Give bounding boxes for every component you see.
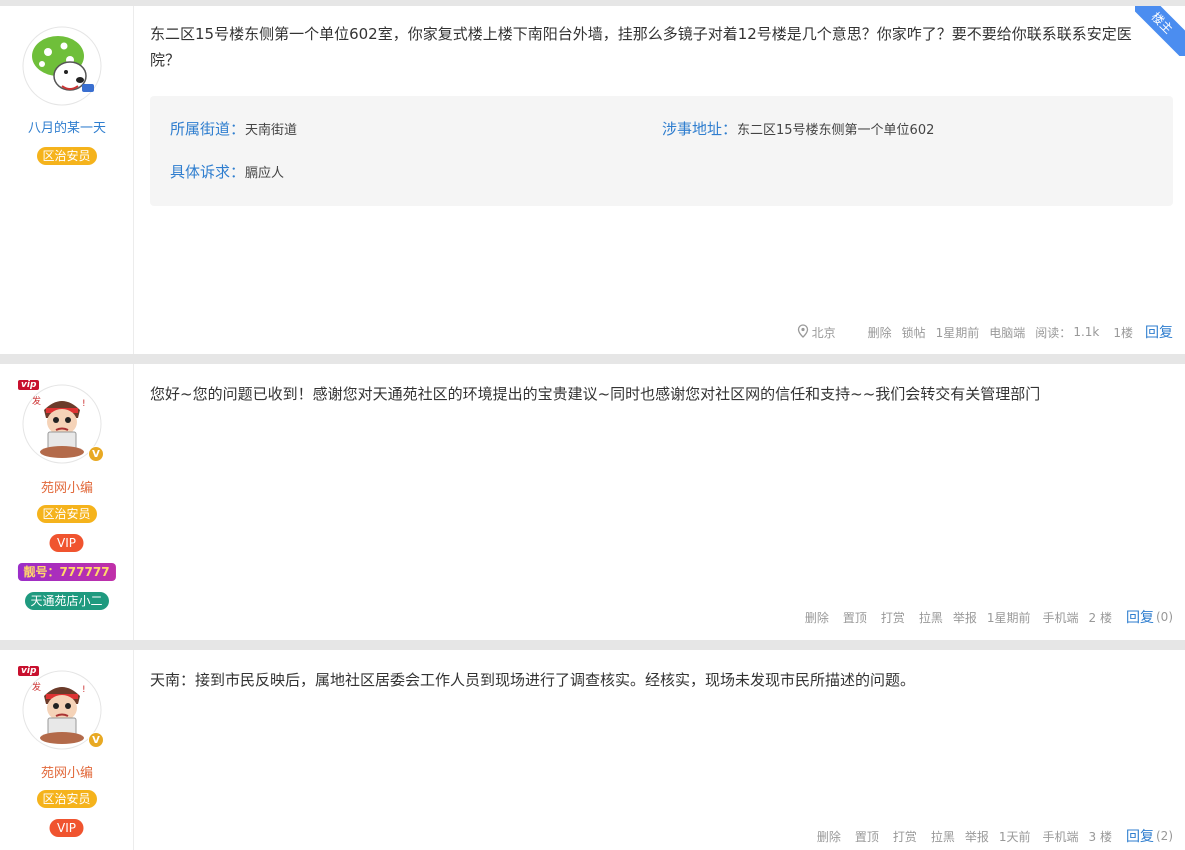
device-text: 手机端: [1042, 829, 1079, 844]
floor-number: 1楼: [1113, 325, 1133, 340]
post-time: 1星期前: [986, 610, 1031, 625]
separator: [0, 354, 1185, 364]
report-button[interactable]: 举报: [965, 828, 989, 845]
verified-icon: V: [88, 732, 104, 748]
post-text: 您好~您的问题已收到！感谢您对天通苑社区的环境提出的宝贵建议~同时也感谢您对社区…: [150, 385, 1041, 403]
floor-number: 3 楼: [1088, 829, 1112, 844]
vip-tag: vip: [18, 380, 40, 390]
verified-icon: V: [88, 446, 104, 462]
vip-tag: vip: [18, 666, 40, 676]
read-count: 1.1k: [1073, 325, 1100, 339]
block-button[interactable]: 拉黑: [919, 609, 943, 626]
post-3: 发 ! vip V 苑网小编 区治安员 VIP 天南：接到市民反映后，属地社区居…: [0, 650, 1185, 850]
owner-label: 楼主: [1135, 6, 1185, 56]
report-button[interactable]: 举报: [953, 609, 977, 626]
demand-value: 膈应人: [245, 166, 285, 181]
delete-button[interactable]: 删除: [805, 609, 829, 626]
vip-badge: VIP: [49, 534, 84, 552]
read-label: 阅读：: [1035, 325, 1072, 340]
pin-button[interactable]: 置顶: [855, 828, 879, 845]
post-text: 东二区15号楼东侧第一个单位602室，你家复式楼上楼下南阳台外墙，挂那么多镜子对…: [150, 25, 1132, 69]
post-footer: 删除 置顶 打赏 拉黑 举报 1星期前 手机端 2 楼 回复 (0): [795, 607, 1173, 627]
avatar[interactable]: 发 ! vip V: [18, 380, 104, 464]
street-label: 所属街道：: [170, 120, 246, 138]
post-time: 1星期前: [935, 325, 980, 340]
reply-count: (0): [1156, 610, 1173, 624]
reply-count: (2): [1156, 829, 1173, 843]
address-label: 涉事地址：: [662, 120, 738, 138]
reward-button[interactable]: 打赏: [893, 828, 917, 845]
avatar-image: [22, 26, 102, 106]
avatar[interactable]: [22, 26, 102, 106]
svg-text:!: !: [82, 685, 86, 695]
username[interactable]: 苑网小编: [0, 477, 134, 496]
post-footer: 删除 置顶 打赏 拉黑 举报 1天前 手机端 3 楼 回复 (2): [807, 826, 1173, 846]
block-button[interactable]: 拉黑: [931, 828, 955, 845]
address-field: 涉事地址：东二区15号楼东侧第一个单位602: [662, 118, 934, 139]
username[interactable]: 苑网小编: [0, 762, 134, 781]
info-box: 所属街道：天南街道 涉事地址：东二区15号楼东侧第一个单位602 具体诉求：膈应…: [150, 96, 1173, 206]
username[interactable]: 八月的某一天: [0, 117, 134, 136]
svg-text:!: !: [82, 399, 86, 409]
street-field: 所属街道：天南街道: [170, 118, 297, 139]
user-sidebar: 发 ! vip V 苑网小编 区治安员 VIP: [0, 650, 134, 850]
post-footer: 北京 删除 锁帖 1星期前 电脑端 阅读： 1.1k 1楼 回复: [797, 322, 1173, 342]
post-content: 东二区15号楼东侧第一个单位602室，你家复式楼上楼下南阳台外墙，挂那么多镜子对…: [150, 6, 1173, 354]
reply-button[interactable]: 回复: [1126, 607, 1154, 627]
vip-badge: VIP: [49, 819, 84, 837]
role-badge: 区治安员: [36, 790, 97, 808]
post-content: 天南：接到市民反映后，属地社区居委会工作人员到现场进行了调查核实。经核实，现场未…: [150, 650, 1173, 850]
reward-button[interactable]: 打赏: [881, 609, 905, 626]
avatar[interactable]: 发 ! vip V: [18, 666, 104, 750]
role-badge: 区治安员: [36, 505, 97, 523]
owner-corner: 楼主: [1135, 6, 1185, 56]
user-sidebar: 八月的某一天 区治安员: [0, 6, 134, 354]
device-text: 手机端: [1042, 610, 1079, 625]
location-text: 北京: [811, 325, 836, 340]
user-sidebar: 发 ! vip V 苑网小编 区治安员 VIP 靓号：777777 天通苑店小二: [0, 364, 134, 640]
demand-label: 具体诉求：: [170, 163, 246, 181]
reply-button[interactable]: 回复: [1145, 322, 1173, 342]
svg-text:发: 发: [32, 395, 41, 407]
number-badge: 靓号：777777: [17, 563, 116, 581]
post-2: 发 ! vip V 苑网小编 区治安员 VIP 靓号：777777 天通苑店小二…: [0, 364, 1185, 640]
post-text: 天南：接到市民反映后，属地社区居委会工作人员到现场进行了调查核实。经核实，现场未…: [150, 671, 916, 689]
delete-button[interactable]: 删除: [817, 828, 841, 845]
shop-badge: 天通苑店小二: [24, 592, 109, 610]
street-value: 天南街道: [245, 123, 298, 138]
svg-text:发: 发: [32, 681, 41, 693]
post-1: 八月的某一天 区治安员 东二区15号楼东侧第一个单位602室，你家复式楼上楼下南…: [0, 6, 1185, 354]
location-icon: [797, 323, 809, 341]
device-text: 电脑端: [989, 325, 1026, 340]
separator: [0, 640, 1185, 650]
post-content: 您好~您的问题已收到！感谢您对天通苑社区的环境提出的宝贵建议~同时也感谢您对社区…: [150, 364, 1173, 640]
role-badge: 区治安员: [36, 147, 97, 165]
floor-number: 2 楼: [1088, 610, 1112, 625]
pin-button[interactable]: 置顶: [843, 609, 867, 626]
demand-field: 具体诉求：膈应人: [170, 161, 284, 182]
lock-button[interactable]: 锁帖: [902, 324, 926, 341]
reply-button[interactable]: 回复: [1126, 826, 1154, 846]
post-time: 1天前: [998, 829, 1031, 844]
address-value: 东二区15号楼东侧第一个单位602: [737, 123, 935, 138]
delete-button[interactable]: 删除: [868, 324, 892, 341]
